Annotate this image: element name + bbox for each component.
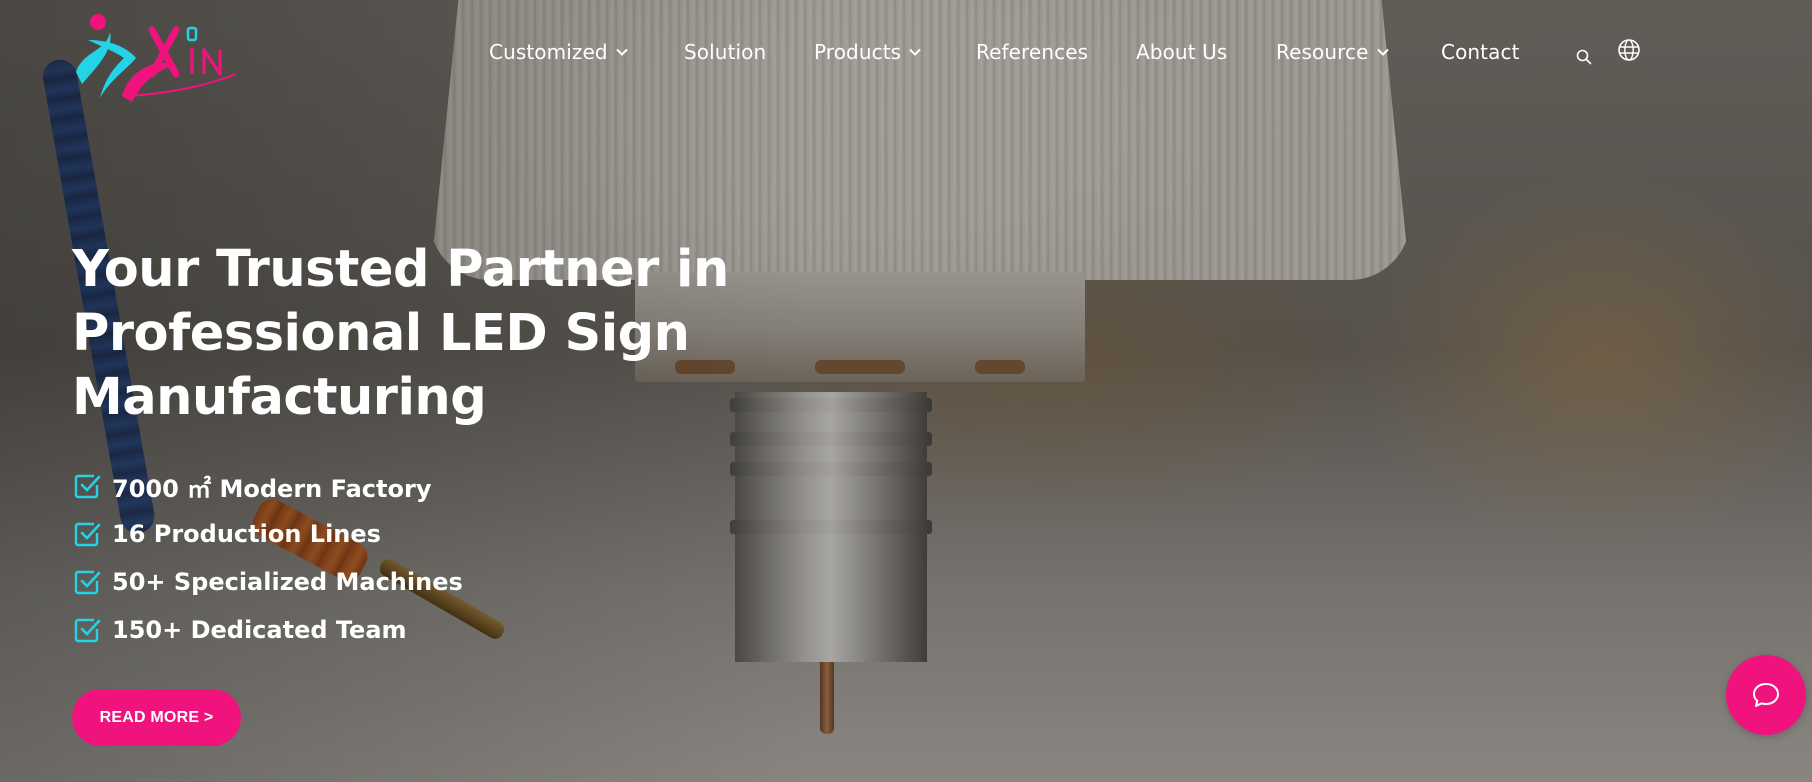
- list-item: 150+ Dedicated Team: [72, 606, 463, 654]
- feature-list: 7000 ㎡ Modern Factory 16 Production Line…: [72, 462, 463, 654]
- nav-item-label: About Us: [1136, 40, 1228, 64]
- chevron-down-icon: [615, 48, 628, 56]
- nav-item-resource[interactable]: Resource: [1276, 40, 1390, 64]
- nav-item-label: Products: [814, 40, 902, 64]
- nav-item-customized[interactable]: Customized: [489, 40, 629, 64]
- chevron-down-icon: [909, 48, 921, 56]
- read-more-button[interactable]: READ MORE >: [72, 689, 241, 746]
- site-logo[interactable]: [66, 10, 246, 106]
- nav-item-solution[interactable]: Solution: [684, 40, 766, 64]
- nav-item-label: Contact: [1441, 40, 1520, 64]
- nav-item-products[interactable]: Products: [814, 40, 922, 64]
- globe-icon: [1618, 39, 1640, 61]
- nav-item-contact[interactable]: Contact: [1441, 40, 1520, 64]
- feature-text: 7000 ㎡ Modern Factory: [112, 474, 432, 503]
- checkbox-icon: [74, 618, 101, 643]
- search-button[interactable]: [1575, 48, 1593, 71]
- nav-item-label: Customized: [489, 40, 608, 64]
- search-icon: [1576, 49, 1592, 65]
- nav-item-label: Solution: [684, 40, 767, 64]
- nav-item-label: References: [976, 40, 1089, 64]
- checkbox-icon: [74, 570, 101, 595]
- list-item: 16 Production Lines: [72, 510, 463, 558]
- list-item: 50+ Specialized Machines: [72, 558, 463, 606]
- checkbox-icon: [74, 474, 101, 499]
- checkbox-icon: [74, 522, 101, 547]
- chat-bubble-icon: [1753, 683, 1779, 707]
- nav-item-about-us[interactable]: About Us: [1136, 40, 1227, 64]
- chat-button[interactable]: [1726, 655, 1806, 735]
- nav-item-references[interactable]: References: [976, 40, 1088, 64]
- hero-headline: Your Trusted Partner in Professional LED…: [72, 240, 729, 427]
- list-item: 7000 ㎡ Modern Factory: [72, 462, 463, 510]
- nav-item-label: Resource: [1276, 40, 1369, 64]
- language-button[interactable]: [1617, 38, 1641, 67]
- hero-section: Customized Solution Products References …: [0, 0, 1812, 782]
- feature-text: 150+ Dedicated Team: [112, 616, 407, 644]
- chevron-down-icon: [1376, 48, 1389, 56]
- feature-text: 50+ Specialized Machines: [112, 568, 463, 596]
- feature-text: 16 Production Lines: [112, 520, 381, 548]
